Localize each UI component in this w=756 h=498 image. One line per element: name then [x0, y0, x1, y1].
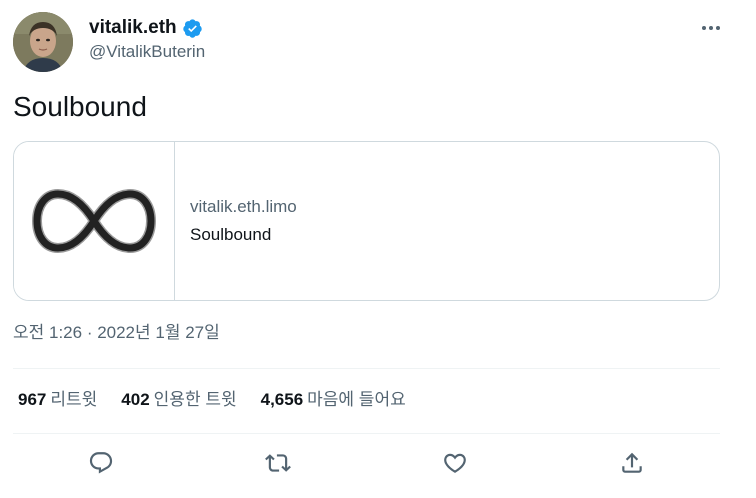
- tweet-stats: 967 리트윗 402 인용한 트윗 4,656 마음에 들어요: [18, 389, 406, 411]
- tweet: vitalik.eth @VitalikButerin Soulbound vi…: [0, 0, 756, 498]
- reply-icon: [89, 452, 113, 474]
- share-icon: [622, 452, 642, 473]
- avatar[interactable]: [13, 12, 73, 72]
- reply-button[interactable]: [82, 444, 120, 482]
- quote-tweet-count[interactable]: 402 인용한 트윗: [121, 389, 236, 411]
- tweet-text: Soulbound: [13, 91, 147, 122]
- divider: [13, 368, 720, 369]
- stat-label: 리트윗: [50, 390, 98, 409]
- tweet-actions: [13, 440, 720, 486]
- retweet-button[interactable]: [259, 444, 297, 482]
- heart-icon: [444, 453, 466, 473]
- link-card[interactable]: vitalik.eth.limo Soulbound: [13, 141, 720, 301]
- link-card-thumbnail: [14, 142, 175, 300]
- stat-count: 4,656: [260, 390, 304, 409]
- stat-count: 967: [18, 390, 47, 409]
- link-card-domain: vitalik.eth.limo: [190, 197, 297, 216]
- verified-badge-icon: [182, 18, 202, 38]
- stat-count: 402: [121, 390, 150, 409]
- link-card-title: Soulbound: [190, 225, 272, 244]
- link-card-text: vitalik.eth.limo Soulbound: [175, 142, 297, 300]
- share-button[interactable]: [613, 444, 651, 482]
- author-name-row[interactable]: vitalik.eth: [89, 17, 203, 39]
- like-button[interactable]: [436, 444, 474, 482]
- author-handle[interactable]: @VitalikButerin: [89, 42, 205, 62]
- retweet-count[interactable]: 967 리트윗: [18, 389, 97, 411]
- more-icon: [702, 26, 720, 30]
- tweet-timestamp[interactable]: 오전 1:26 · 2022년 1월 27일: [13, 322, 220, 344]
- divider: [13, 433, 720, 434]
- more-options-button[interactable]: [694, 14, 728, 42]
- stat-label: 마음에 들어요: [307, 390, 406, 409]
- stat-label: 인용한 트윗: [153, 390, 237, 409]
- infinity-icon: [32, 188, 156, 254]
- like-count[interactable]: 4,656 마음에 들어요: [261, 389, 406, 411]
- author-display-name[interactable]: vitalik.eth: [89, 17, 177, 39]
- retweet-icon: [265, 454, 291, 472]
